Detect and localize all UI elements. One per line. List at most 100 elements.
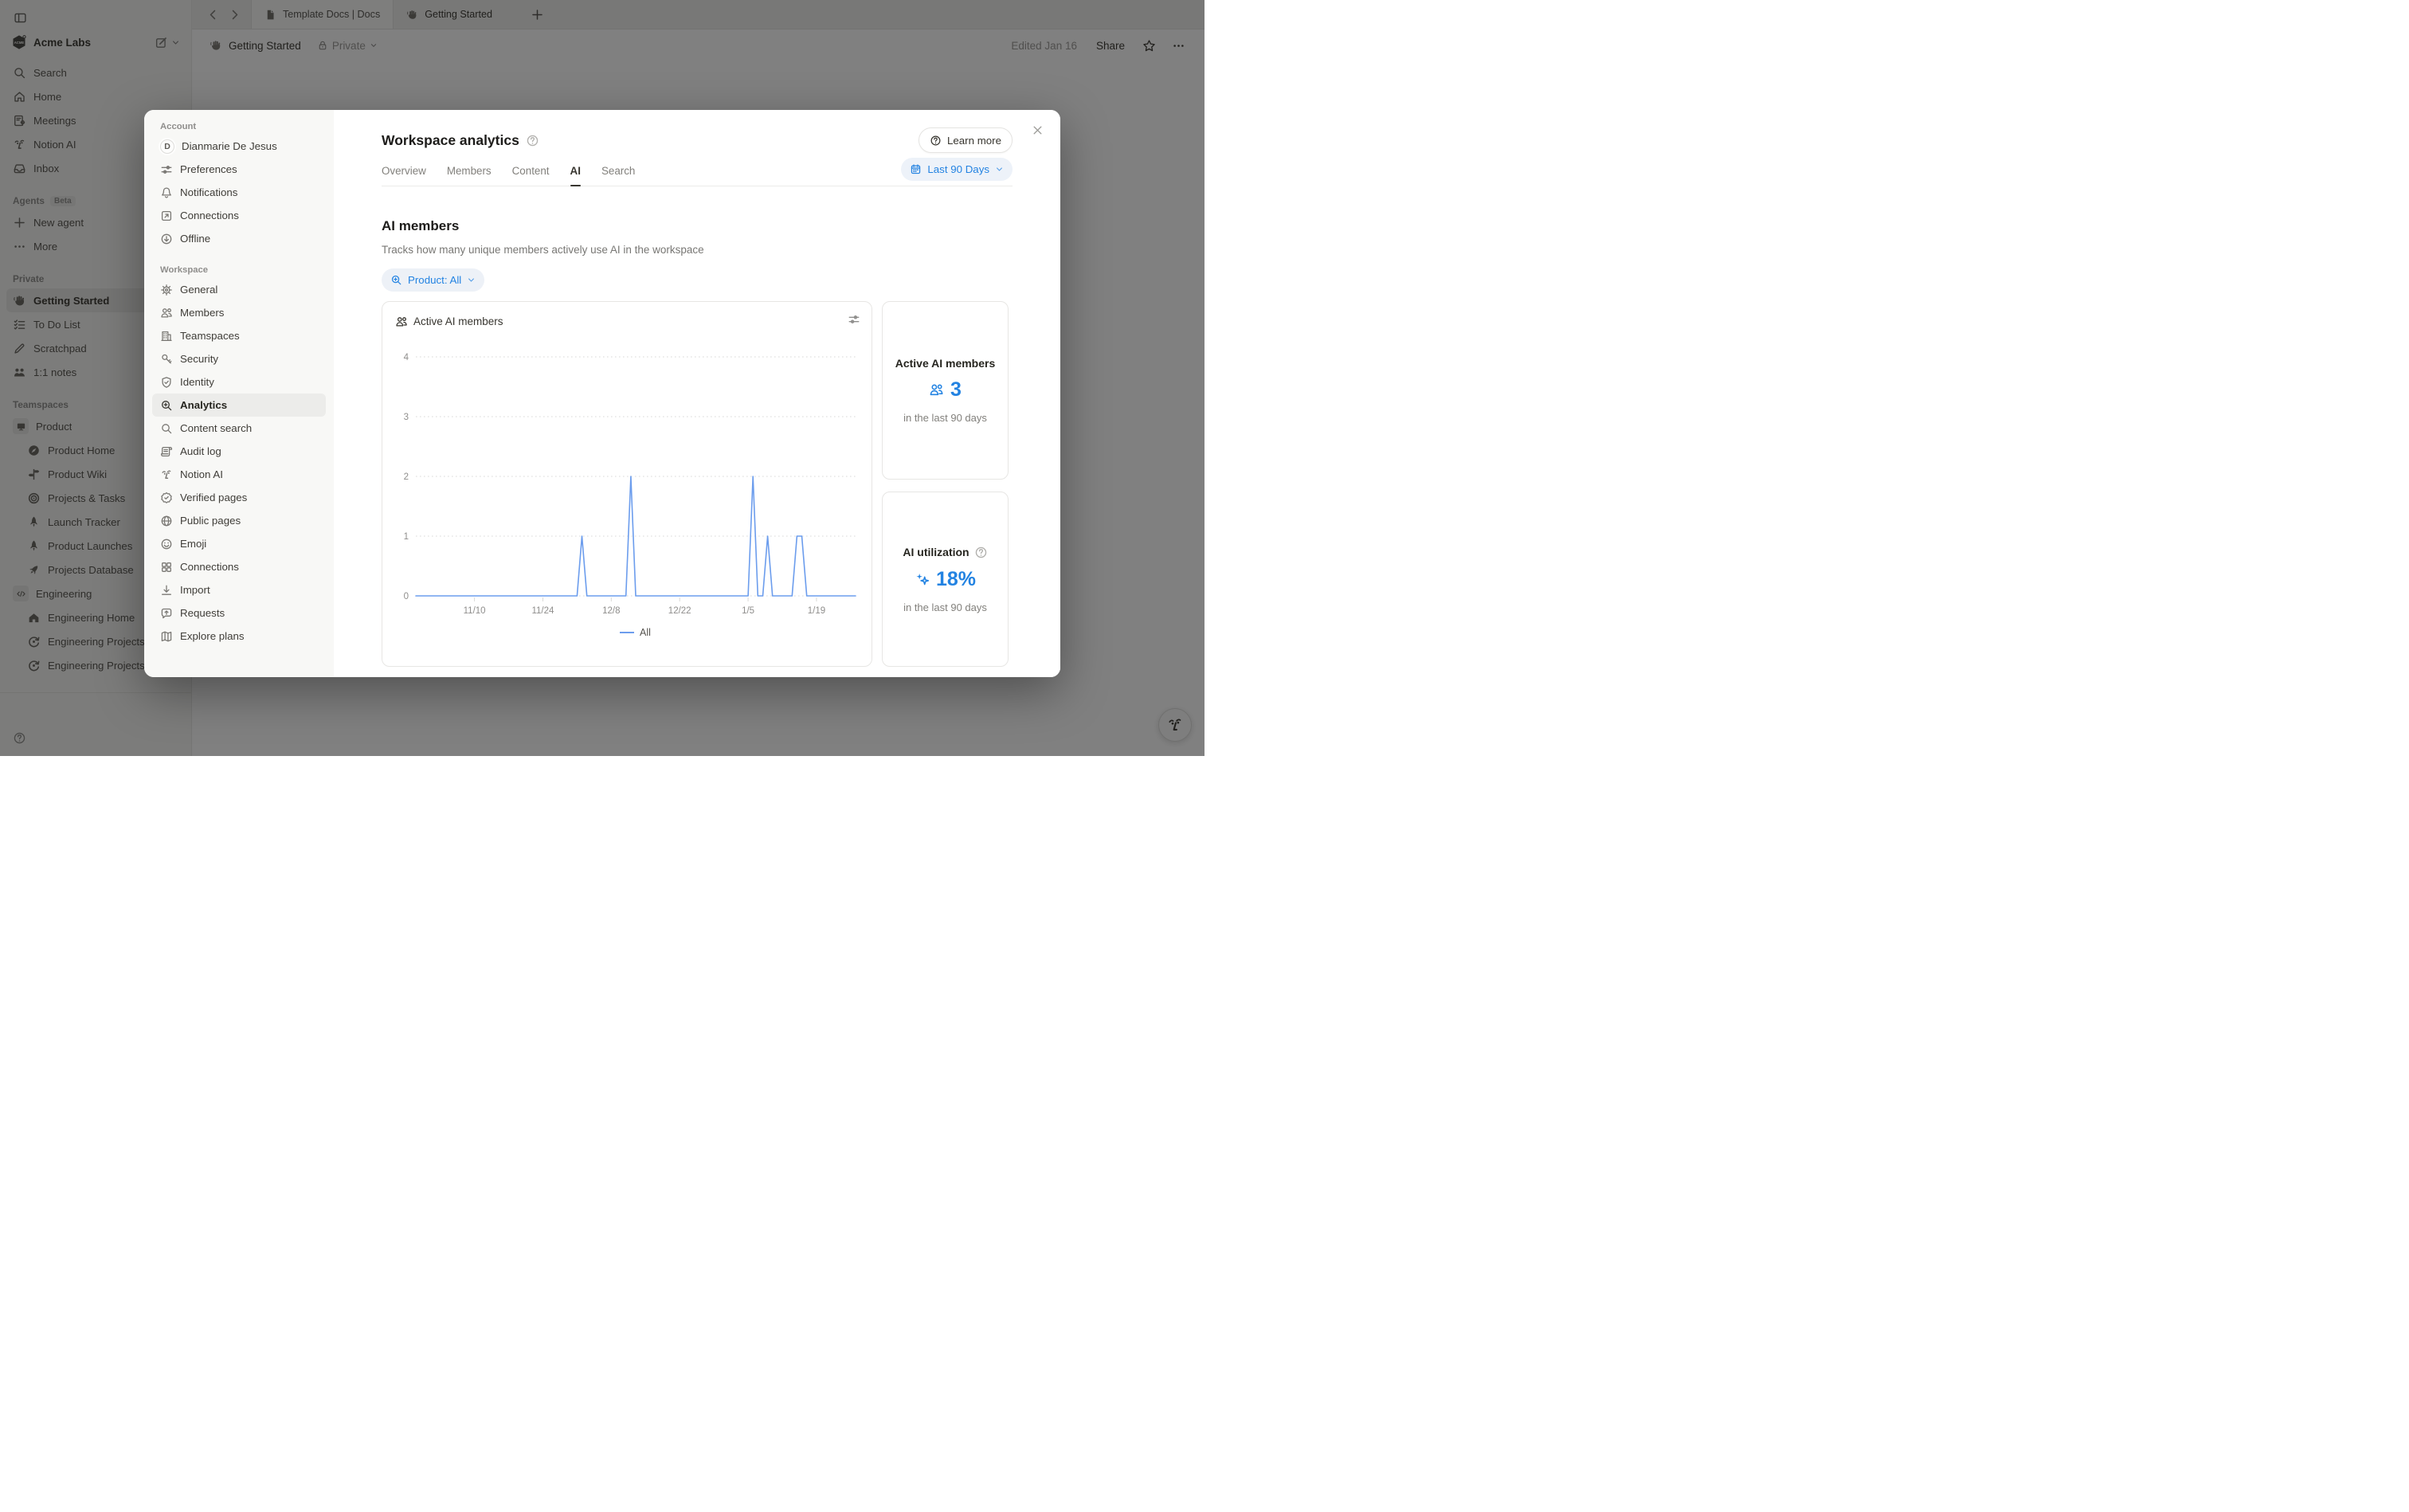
search-icon [160,422,173,435]
svg-text:1: 1 [404,532,409,542]
settings-nav-audit-log[interactable]: Audit log [152,440,326,463]
settings-nav-verified-pages[interactable]: Verified pages [152,486,326,509]
settings-nav-label: Identity [180,376,214,388]
analytics-tab-members[interactable]: Members [447,165,492,186]
settings-nav-security[interactable]: Security [152,347,326,370]
settings-nav-label: Requests [180,607,225,619]
svg-text:3: 3 [404,413,409,422]
shield-check-icon [160,376,173,389]
chart-title: Active AI members [413,315,503,327]
stat-card-active-ai-members: Active AI members3in the last 90 days [882,301,1009,480]
settings-nav-label: Connections [180,561,239,573]
smiley-icon [160,538,173,550]
settings-nav-notion-ai[interactable]: Notion AI [152,463,326,486]
analytics-tab-overview[interactable]: Overview [382,165,426,186]
settings-nav-emoji[interactable]: Emoji [152,532,326,555]
settings-nav-import[interactable]: Import [152,578,326,601]
gear-icon [160,284,173,296]
ai-members-description: Tracks how many unique members actively … [382,244,1013,256]
analytics-tab-search[interactable]: Search [601,165,635,186]
svg-text:4: 4 [404,353,409,362]
settings-account-items: Preferences Notifications Connections Offli… [152,158,326,250]
sliders-icon [848,313,860,326]
settings-nav-identity[interactable]: Identity [152,370,326,394]
settings-nav-label: Security [180,353,218,365]
map-icon [160,630,173,643]
grid4-icon [160,561,173,574]
learn-more-button[interactable]: Learn more [919,127,1013,153]
date-range-dropdown[interactable]: Last 90 Days [901,158,1013,181]
settings-account-label: Account [152,118,326,135]
settings-nav-label: Public pages [180,515,241,527]
magnifier-plus-icon [390,274,402,286]
svg-text:1/19: 1/19 [808,606,825,616]
app-window: ACME Acme Labs SearchHomeMeetingsNotion … [0,0,1204,756]
message-up-icon [160,607,173,620]
active-ai-members-chart-card: Active AI members 0123411/1011/2412/812/… [382,301,872,667]
settings-nav-label: Analytics [180,399,227,411]
settings-nav-connections[interactable]: Connections [152,204,326,227]
download-icon [160,584,173,597]
settings-nav-label: Verified pages [180,492,247,503]
chart-settings-button[interactable] [848,313,860,330]
magnifier-plus-icon [160,399,173,412]
badge-check-icon [160,492,173,504]
settings-nav-account-user[interactable]: D Dianmarie De Jesus [152,135,326,158]
product-filter-dropdown[interactable]: Product: All [382,268,484,292]
people-icon [929,382,944,398]
settings-modal: Account D Dianmarie De Jesus Preferences… [144,110,1060,677]
settings-nav-label: Audit log [180,445,221,457]
stat-value: 18% [936,568,976,591]
close-button[interactable] [1028,121,1046,139]
settings-nav-members[interactable]: Members [152,301,326,324]
settings-nav-connections[interactable]: Connections [152,555,326,578]
settings-nav-notifications[interactable]: Notifications [152,181,326,204]
settings-nav-label: Emoji [180,538,206,550]
key-icon [160,353,173,366]
svg-text:1/5: 1/5 [742,606,754,616]
settings-nav: Account D Dianmarie De Jesus Preferences… [144,110,334,677]
settings-nav-label: Teamspaces [180,330,240,342]
svg-text:11/24: 11/24 [531,606,554,616]
settings-nav-teamspaces[interactable]: Teamspaces [152,324,326,347]
bell-icon [160,186,173,199]
settings-nav-offline[interactable]: Offline [152,227,326,250]
calendar-icon [910,163,922,175]
arrow-up-right-box-icon [160,210,173,222]
settings-nav-label: Members [180,307,224,319]
stat-title: AI utilization [903,546,969,558]
arrow-down-circle-icon [160,233,173,245]
analytics-tab-ai[interactable]: AI [570,165,581,186]
settings-nav-label: Content search [180,422,252,434]
chevron-down-icon [995,165,1004,174]
analytics-tab-content[interactable]: Content [512,165,550,186]
settings-nav-label: Import [180,584,210,596]
sparkles-icon [915,572,930,587]
building-icon [160,330,173,343]
svg-text:All: All [640,627,651,638]
settings-nav-explore-plans[interactable]: Explore plans [152,625,326,648]
settings-nav-label: Notifications [180,186,237,198]
avatar: D [160,139,174,154]
people-icon [395,315,408,328]
settings-nav-content-search[interactable]: Content search [152,417,326,440]
sliders-h-icon [160,163,173,176]
settings-nav-public-pages[interactable]: Public pages [152,509,326,532]
svg-text:2: 2 [404,472,409,482]
svg-text:12/8: 12/8 [602,606,620,616]
stat-title: Active AI members [895,357,996,370]
settings-nav-requests[interactable]: Requests [152,601,326,625]
account-user-name: Dianmarie De Jesus [182,140,277,152]
chevron-down-icon [467,276,476,284]
settings-nav-preferences[interactable]: Preferences [152,158,326,181]
settings-nav-general[interactable]: General [152,278,326,301]
question-circle-icon[interactable] [974,546,988,559]
settings-nav-label: Notion AI [180,468,223,480]
stat-caption: in the last 90 days [903,412,987,424]
analytics-help-icon[interactable] [526,134,539,147]
close-icon [1032,124,1044,136]
settings-nav-analytics[interactable]: Analytics [152,394,326,417]
question-circle-icon [930,135,942,147]
settings-nav-label: Connections [180,210,239,221]
svg-text:12/22: 12/22 [668,606,691,616]
